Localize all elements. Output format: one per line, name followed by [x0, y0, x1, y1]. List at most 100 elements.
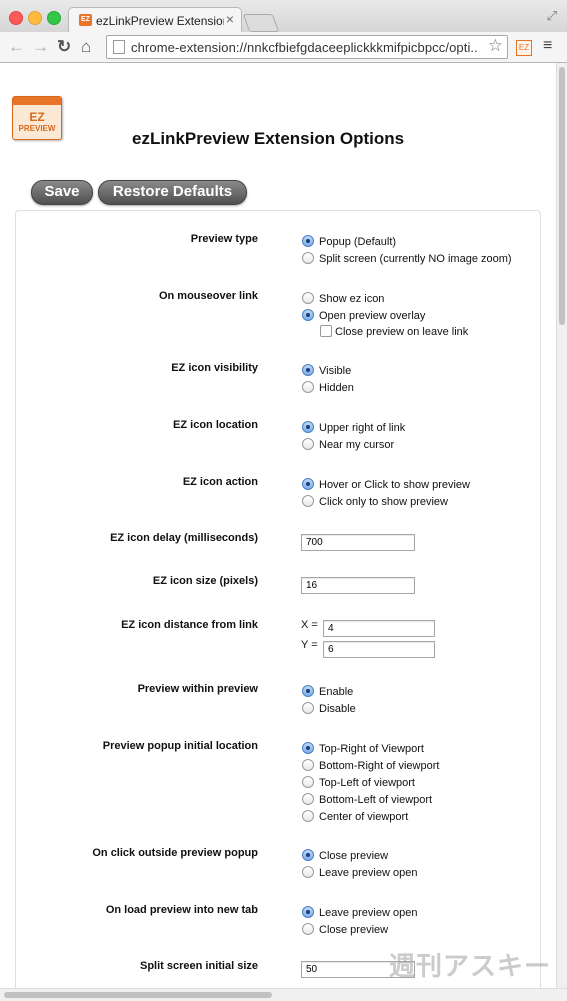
radio-button[interactable]	[302, 251, 314, 264]
new-tab-button[interactable]	[242, 14, 280, 32]
logo-text: EZ	[29, 110, 45, 124]
y-distance-input[interactable]: 6	[323, 641, 435, 658]
close-on-leave-checkbox-row[interactable]: Close preview on leave link	[320, 323, 468, 339]
y-label: Y =	[301, 639, 318, 651]
radio-button[interactable]	[302, 494, 314, 507]
icon-distance-label: EZ icon distance from link	[121, 619, 258, 631]
icon-visibility-label: EZ icon visibility	[171, 362, 258, 374]
radio-button[interactable]	[302, 809, 314, 822]
reload-icon[interactable]: ↻	[57, 37, 71, 57]
save-button[interactable]: Save	[31, 180, 93, 205]
preview-within-option[interactable]: Disable	[302, 700, 356, 716]
horizontal-scrollbar[interactable]	[0, 988, 567, 1001]
bookmark-star-icon[interactable]: ☆	[488, 36, 503, 56]
page-title: ezLinkPreview Extension Options	[132, 129, 405, 148]
option-label: Near my cursor	[319, 438, 395, 451]
logo-bar	[13, 97, 61, 105]
split-size-label: Split screen initial size	[140, 960, 258, 972]
radio-button[interactable]	[302, 420, 314, 433]
click-outside-option[interactable]: Close preview	[302, 847, 388, 863]
minimize-window-button[interactable]	[28, 11, 42, 25]
popup-location-option[interactable]: Bottom-Left of viewport	[302, 791, 432, 807]
radio-button[interactable]	[302, 234, 314, 247]
option-label: Open preview overlay	[319, 309, 426, 322]
tab-title: ezLinkPreview Extension	[96, 14, 224, 28]
preview-type-option[interactable]: Popup (Default)	[302, 233, 396, 249]
option-label: Enable	[319, 685, 354, 698]
option-label: Split screen (currently NO image zoom)	[319, 252, 512, 265]
radio-button[interactable]	[302, 905, 314, 918]
ez-extension-icon[interactable]: EZ	[516, 40, 532, 56]
option-label: Leave preview open	[319, 866, 418, 879]
ez-preview-logo: EZ PREVIEW	[12, 96, 62, 140]
home-icon[interactable]: ⌂	[81, 37, 91, 57]
icon-action-option[interactable]: Click only to show preview	[302, 493, 448, 509]
radio-button[interactable]	[302, 437, 314, 450]
preview-within-label: Preview within preview	[137, 683, 258, 695]
icon-visibility-option[interactable]: Hidden	[302, 379, 354, 395]
preview-within-option[interactable]: Enable	[302, 683, 353, 699]
radio-button[interactable]	[302, 684, 314, 697]
click-outside-option[interactable]: Leave preview open	[302, 864, 417, 880]
fullscreen-icon[interactable]: ⤢	[547, 8, 557, 24]
radio-button[interactable]	[302, 363, 314, 376]
icon-location-option[interactable]: Near my cursor	[302, 436, 394, 452]
page-icon	[113, 40, 125, 54]
radio-button[interactable]	[302, 758, 314, 771]
tab-close-icon[interactable]: ×	[226, 11, 234, 27]
close-on-leave-checkbox[interactable]	[320, 324, 332, 337]
option-label: Leave preview open	[319, 906, 418, 919]
load-new-tab-option[interactable]: Leave preview open	[302, 904, 417, 920]
zoom-window-button[interactable]	[47, 11, 61, 25]
popup-location-option[interactable]: Top-Right of Viewport	[302, 740, 424, 756]
mouseover-option[interactable]: Show ez icon	[302, 290, 384, 306]
icon-delay-input[interactable]: 700	[301, 534, 415, 551]
popup-location-option[interactable]: Top-Left of viewport	[302, 774, 415, 790]
icon-location-option[interactable]: Upper right of link	[302, 419, 405, 435]
radio-button[interactable]	[302, 308, 314, 321]
popup-location-label: Preview popup initial location	[102, 740, 258, 752]
popup-location-option[interactable]: Bottom-Right of viewport	[302, 757, 439, 773]
vertical-scrollbar[interactable]	[556, 63, 567, 988]
radio-button[interactable]	[302, 775, 314, 788]
x-distance-input[interactable]: 4	[323, 620, 435, 637]
mouseover-option[interactable]: Open preview overlay	[302, 307, 425, 323]
icon-location-label: EZ icon location	[173, 419, 258, 431]
url-text: chrome-extension://nnkcfbiefgdaceeplickk…	[131, 40, 479, 55]
radio-button[interactable]	[302, 792, 314, 805]
option-label: Popup (Default)	[319, 235, 397, 248]
window-titlebar: EZ ezLinkPreview Extension × ⤢	[0, 0, 567, 34]
icon-size-label: EZ icon size (pixels)	[152, 575, 258, 587]
radio-button[interactable]	[302, 848, 314, 861]
icon-visibility-option[interactable]: Visible	[302, 362, 351, 378]
forward-arrow-icon[interactable]: →	[32, 37, 49, 57]
option-label: Close preview	[319, 923, 389, 936]
load-new-tab-option[interactable]: Close preview	[302, 921, 388, 937]
browser-toolbar: ← → ↻ ⌂ chrome-extension://nnkcfbiefgdac…	[0, 32, 567, 63]
back-arrow-icon[interactable]: ←	[8, 37, 25, 57]
option-label: Disable	[319, 702, 356, 715]
restore-defaults-button[interactable]: Restore Defaults	[98, 180, 247, 205]
icon-action-option[interactable]: Hover or Click to show preview	[302, 476, 470, 492]
radio-button[interactable]	[302, 701, 314, 714]
preview-type-option[interactable]: Split screen (currently NO image zoom)	[302, 250, 512, 266]
horizontal-scroll-thumb[interactable]	[4, 992, 272, 998]
menu-icon[interactable]: ≡	[543, 37, 552, 55]
option-label: Bottom-Left of viewport	[319, 793, 433, 806]
popup-location-option[interactable]: Center of viewport	[302, 808, 408, 824]
radio-button[interactable]	[302, 380, 314, 393]
ez-favicon-icon: EZ	[79, 14, 92, 26]
x-label: X =	[301, 619, 318, 631]
option-label: Visible	[319, 364, 352, 377]
radio-button[interactable]	[302, 741, 314, 754]
radio-button[interactable]	[302, 865, 314, 878]
address-bar[interactable]: chrome-extension://nnkcfbiefgdaceeplickk…	[106, 35, 508, 59]
browser-tab[interactable]: EZ ezLinkPreview Extension ×	[68, 7, 242, 34]
logo-subtext: PREVIEW	[18, 124, 56, 133]
vertical-scroll-thumb[interactable]	[559, 67, 565, 325]
radio-button[interactable]	[302, 477, 314, 490]
close-window-button[interactable]	[9, 11, 23, 25]
icon-size-input[interactable]: 16	[301, 577, 415, 594]
radio-button[interactable]	[302, 922, 314, 935]
radio-button[interactable]	[302, 291, 314, 304]
